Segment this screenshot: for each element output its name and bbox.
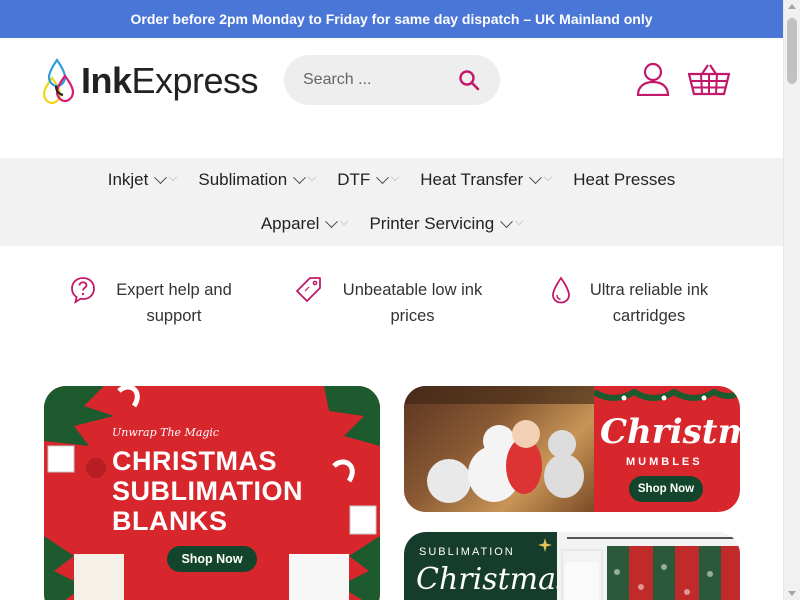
nav-row-primary: Inkjet Sublimation DTF Heat Transfer Hea…	[0, 170, 783, 190]
banner-tagline: Unwrap The Magic	[112, 426, 220, 439]
usp-line: support	[146, 307, 202, 325]
chevron-down-icon	[325, 214, 339, 228]
sublimation-christmas-banner[interactable]: SUBLIMATION Christmas	[404, 532, 740, 600]
clothing-rack-photo	[557, 532, 740, 600]
banner-subtitle: MUMBLES	[626, 456, 703, 468]
search-input[interactable]	[284, 71, 444, 89]
brand-bold: Ink	[81, 60, 132, 101]
account-icon[interactable]	[636, 62, 670, 96]
nav-item-label: Inkjet	[107, 170, 149, 189]
scroll-up-icon[interactable]	[788, 4, 796, 9]
clothing-rack-image	[561, 537, 740, 600]
usp-line: prices	[390, 307, 435, 325]
chevron-down-icon	[500, 214, 514, 228]
main-nav: Inkjet Sublimation DTF Heat Transfer Hea…	[0, 158, 783, 246]
usp-strip: Expert help and support Unbeatable low i…	[0, 276, 783, 336]
usp-text: Ultra reliable ink cartridges	[584, 277, 714, 329]
shop-now-button[interactable]: Shop Now	[629, 476, 703, 502]
site-header: InkExpress	[0, 38, 783, 158]
nav-row-secondary: Apparel Printer Servicing	[0, 214, 783, 234]
usp-line: Expert help and	[116, 281, 232, 299]
banner-heading-line: BLANKS	[112, 506, 228, 536]
usp-reliable-cartridges: Ultra reliable ink cartridges	[551, 276, 714, 329]
chevron-down-icon	[307, 172, 317, 182]
chevron-down-icon	[169, 172, 178, 182]
usp-line: cartridges	[612, 307, 686, 325]
banner-text-panel: SUBLIMATION Christmas	[404, 532, 571, 600]
banner-heading-line: SUBLIMATION	[112, 476, 303, 506]
scrollbar-thumb[interactable]	[787, 18, 797, 84]
sparkle-icon	[538, 538, 552, 552]
chevron-down-icon	[529, 170, 543, 184]
basket-icon[interactable]	[688, 64, 730, 96]
chevron-down-icon	[293, 170, 307, 184]
nav-item-apparel[interactable]: Apparel	[260, 214, 349, 234]
usp-text: Expert help and support	[109, 277, 239, 329]
question-circle-icon	[71, 277, 95, 304]
nav-item-label: Heat Transfer	[420, 170, 524, 189]
banner-title: Christmas	[416, 562, 572, 597]
plush-toys-photo	[404, 386, 594, 512]
price-tag-icon	[296, 277, 321, 302]
banner-heading: CHRISTMAS SUBLIMATION BLANKS	[112, 446, 303, 536]
nav-item-printer-servicing[interactable]: Printer Servicing	[369, 214, 524, 234]
ink-drops-logo-icon	[43, 58, 75, 104]
christmas-blanks-banner[interactable]: Unwrap The Magic CHRISTMAS SUBLIMATION B…	[44, 386, 380, 600]
nav-item-dtf[interactable]: DTF	[337, 170, 400, 190]
usp-expert-help: Expert help and support	[70, 276, 239, 329]
site-logo[interactable]: InkExpress	[43, 58, 259, 104]
usp-line: Unbeatable low ink	[342, 281, 483, 299]
nav-item-label: DTF	[337, 170, 371, 189]
usp-text: Unbeatable low ink prices	[335, 277, 490, 329]
chevron-down-icon	[543, 172, 553, 182]
brand-light: Express	[131, 60, 259, 101]
search-icon[interactable]	[458, 69, 480, 91]
ink-drop-icon	[552, 276, 570, 304]
chevron-down-icon	[154, 170, 168, 184]
plush-toys-image	[404, 386, 594, 503]
brand-name: InkExpress	[81, 60, 259, 102]
page-scrollbar[interactable]	[783, 0, 800, 600]
announcement-text: Order before 2pm Monday to Friday for sa…	[130, 11, 653, 27]
nav-item-inkjet[interactable]: Inkjet	[107, 170, 178, 190]
holly-decoration-icon	[594, 388, 740, 401]
nav-item-label: Sublimation	[198, 170, 288, 189]
nav-item-heat-presses[interactable]: Heat Presses	[573, 170, 675, 190]
usp-low-prices: Unbeatable low ink prices	[296, 276, 490, 329]
christmas-mumbles-banner[interactable]: Christmas MUMBLES Shop Now	[404, 386, 740, 512]
banner-subtitle: SUBLIMATION	[419, 546, 515, 558]
nav-item-label: Apparel	[260, 214, 320, 233]
chevron-down-icon	[514, 216, 524, 226]
usp-line: Ultra reliable ink	[589, 281, 709, 299]
announcement-bar: Order before 2pm Monday to Friday for sa…	[0, 0, 783, 38]
scroll-down-icon[interactable]	[788, 591, 796, 596]
shop-now-button[interactable]: Shop Now	[167, 546, 257, 572]
search-bar	[284, 55, 500, 105]
banner-title: Christmas	[600, 412, 740, 452]
nav-item-sublimation[interactable]: Sublimation	[198, 170, 317, 190]
chevron-down-icon	[340, 216, 349, 226]
chevron-down-icon	[390, 172, 400, 182]
nav-item-heat-transfer[interactable]: Heat Transfer	[420, 170, 553, 190]
nav-item-label: Heat Presses	[573, 170, 676, 189]
banner-heading-line: CHRISTMAS	[112, 446, 277, 476]
nav-item-label: Printer Servicing	[369, 214, 495, 233]
chevron-down-icon	[376, 170, 390, 184]
